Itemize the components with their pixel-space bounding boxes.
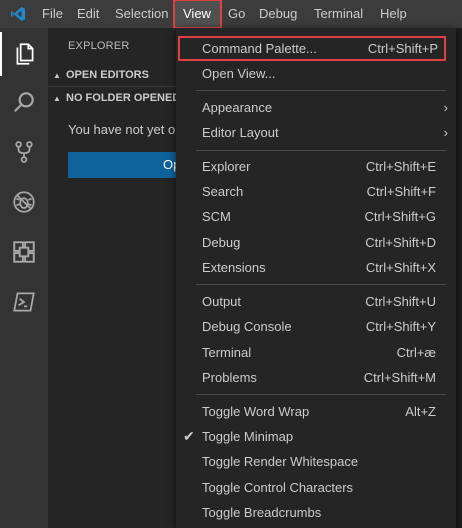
menu-separator bbox=[196, 150, 446, 151]
menu-item-label: Editor Layout bbox=[202, 125, 279, 140]
view-menu-debug-console[interactable]: Debug Console Ctrl+Shift+Y bbox=[176, 314, 456, 339]
extensions-icon[interactable] bbox=[0, 230, 48, 274]
view-menu-toggle-breadcrumbs[interactable]: Toggle Breadcrumbs bbox=[176, 500, 456, 525]
menu-view[interactable]: View bbox=[173, 0, 222, 29]
checkmark-icon: ✔ bbox=[183, 428, 195, 444]
view-menu-terminal[interactable]: Terminal Ctrl+æ bbox=[176, 340, 456, 365]
menu-item-shortcut: Ctrl+Shift+P bbox=[367, 41, 438, 56]
menu-item-label: Toggle Breadcrumbs bbox=[202, 505, 322, 520]
menu-item-label: Appearance bbox=[202, 100, 273, 115]
menu-bar: File Edit Selection View Go Debug Termin… bbox=[0, 0, 462, 29]
view-menu-toggle-minimap[interactable]: ✔ Toggle Minimap bbox=[176, 424, 456, 449]
menu-item-shortcut: Ctrl+Shift+Y bbox=[365, 319, 436, 334]
menu-item-label: Toggle Control Characters bbox=[202, 480, 354, 495]
view-menu-explorer[interactable]: Explorer Ctrl+Shift+E bbox=[176, 154, 456, 179]
explorer-sidebar: EXPLORER ▲ OPEN EDITORS ▲ NO FOLDER OPENED… bbox=[48, 28, 178, 528]
menu-item-label: Explorer bbox=[202, 159, 251, 174]
menu-item-shortcut: Ctrl+Shift+X bbox=[365, 260, 436, 275]
view-menu-open-view[interactable]: Open View... bbox=[176, 61, 456, 86]
view-menu-toggle-word-wrap[interactable]: Toggle Word Wrap Alt+Z bbox=[176, 399, 456, 424]
debug-icon[interactable] bbox=[0, 180, 48, 224]
files-icon[interactable] bbox=[0, 32, 48, 76]
menu-help[interactable]: Help bbox=[373, 0, 414, 28]
menu-item-label: SCM bbox=[202, 209, 231, 224]
view-menu-debug[interactable]: Debug Ctrl+Shift+D bbox=[176, 230, 456, 255]
menu-item-shortcut: Ctrl+æ bbox=[396, 345, 436, 360]
menu-item-label: Output bbox=[202, 294, 242, 309]
chevron-right-icon: › bbox=[443, 125, 448, 140]
menu-item-shortcut: Ctrl+Shift+G bbox=[364, 209, 436, 224]
menu-selection[interactable]: Selection bbox=[108, 0, 175, 28]
open-folder-button[interactable]: Open Folder bbox=[68, 152, 178, 178]
vscode-logo-icon bbox=[11, 7, 25, 21]
view-menu-output[interactable]: Output Ctrl+Shift+U bbox=[176, 289, 456, 314]
view-menu-editor-layout[interactable]: Editor Layout › bbox=[176, 120, 456, 145]
menu-item-label: Debug Console bbox=[202, 319, 292, 334]
menu-item-shortcut: Ctrl+Shift+D bbox=[365, 235, 436, 250]
activity-bar bbox=[0, 28, 48, 528]
menu-item-shortcut: Ctrl+Shift+E bbox=[365, 159, 436, 174]
terminal-icon[interactable] bbox=[0, 280, 48, 324]
no-folder-message: You have not yet opened a folder. bbox=[68, 122, 178, 137]
view-menu-problems[interactable]: Problems Ctrl+Shift+M bbox=[176, 365, 456, 390]
menu-item-label: Terminal bbox=[202, 345, 252, 360]
menu-separator bbox=[196, 90, 446, 91]
menu-item-label: Toggle Minimap bbox=[202, 429, 294, 444]
section-label: NO FOLDER OPENED bbox=[66, 92, 178, 104]
caret-down-icon: ▲ bbox=[53, 71, 61, 80]
menu-item-label: Extensions bbox=[202, 260, 266, 275]
menu-item-label: Open View... bbox=[202, 66, 276, 81]
sidebar-title: EXPLORER bbox=[68, 40, 130, 52]
menu-item-shortcut: Ctrl+Shift+F bbox=[366, 184, 436, 199]
menu-debug[interactable]: Debug bbox=[252, 0, 304, 28]
caret-down-icon: ▲ bbox=[53, 94, 61, 103]
source-control-icon[interactable] bbox=[0, 130, 48, 174]
menu-item-shortcut: Alt+Z bbox=[405, 404, 436, 419]
menu-separator bbox=[196, 284, 446, 285]
menu-go[interactable]: Go bbox=[221, 0, 252, 28]
section-open-editors[interactable]: ▲ OPEN EDITORS bbox=[48, 64, 178, 86]
view-menu-search[interactable]: Search Ctrl+Shift+F bbox=[176, 179, 456, 204]
menu-terminal[interactable]: Terminal bbox=[307, 0, 370, 28]
section-no-folder[interactable]: ▲ NO FOLDER OPENED bbox=[48, 86, 178, 109]
view-menu-toggle-render-whitespace[interactable]: Toggle Render Whitespace bbox=[176, 449, 456, 474]
menu-item-shortcut: Ctrl+Shift+M bbox=[363, 370, 436, 385]
view-menu-scm[interactable]: SCM Ctrl+Shift+G bbox=[176, 204, 456, 229]
menu-item-label: Toggle Word Wrap bbox=[202, 404, 310, 419]
view-menu-extensions[interactable]: Extensions Ctrl+Shift+X bbox=[176, 255, 456, 280]
menu-file[interactable]: File bbox=[35, 0, 70, 28]
menu-separator bbox=[196, 394, 446, 395]
view-menu-toggle-control-characters[interactable]: Toggle Control Characters bbox=[176, 475, 456, 500]
chevron-right-icon: › bbox=[443, 100, 448, 115]
menu-item-label: Debug bbox=[202, 235, 241, 250]
view-menu-command-palette[interactable]: Command Palette... Ctrl+Shift+P bbox=[178, 36, 446, 61]
view-menu-dropdown: Command Palette... Ctrl+Shift+P Open Vie… bbox=[176, 28, 456, 528]
menu-item-label: Toggle Render Whitespace bbox=[202, 454, 359, 469]
section-label: OPEN EDITORS bbox=[66, 69, 149, 81]
search-icon[interactable] bbox=[0, 80, 48, 124]
view-menu-appearance[interactable]: Appearance › bbox=[176, 95, 456, 120]
menu-item-label: Problems bbox=[202, 370, 257, 385]
menu-edit[interactable]: Edit bbox=[70, 0, 106, 28]
menu-item-label: Search bbox=[202, 184, 244, 199]
menu-item-shortcut: Ctrl+Shift+U bbox=[365, 294, 436, 309]
menu-item-label: Command Palette... bbox=[202, 41, 317, 56]
